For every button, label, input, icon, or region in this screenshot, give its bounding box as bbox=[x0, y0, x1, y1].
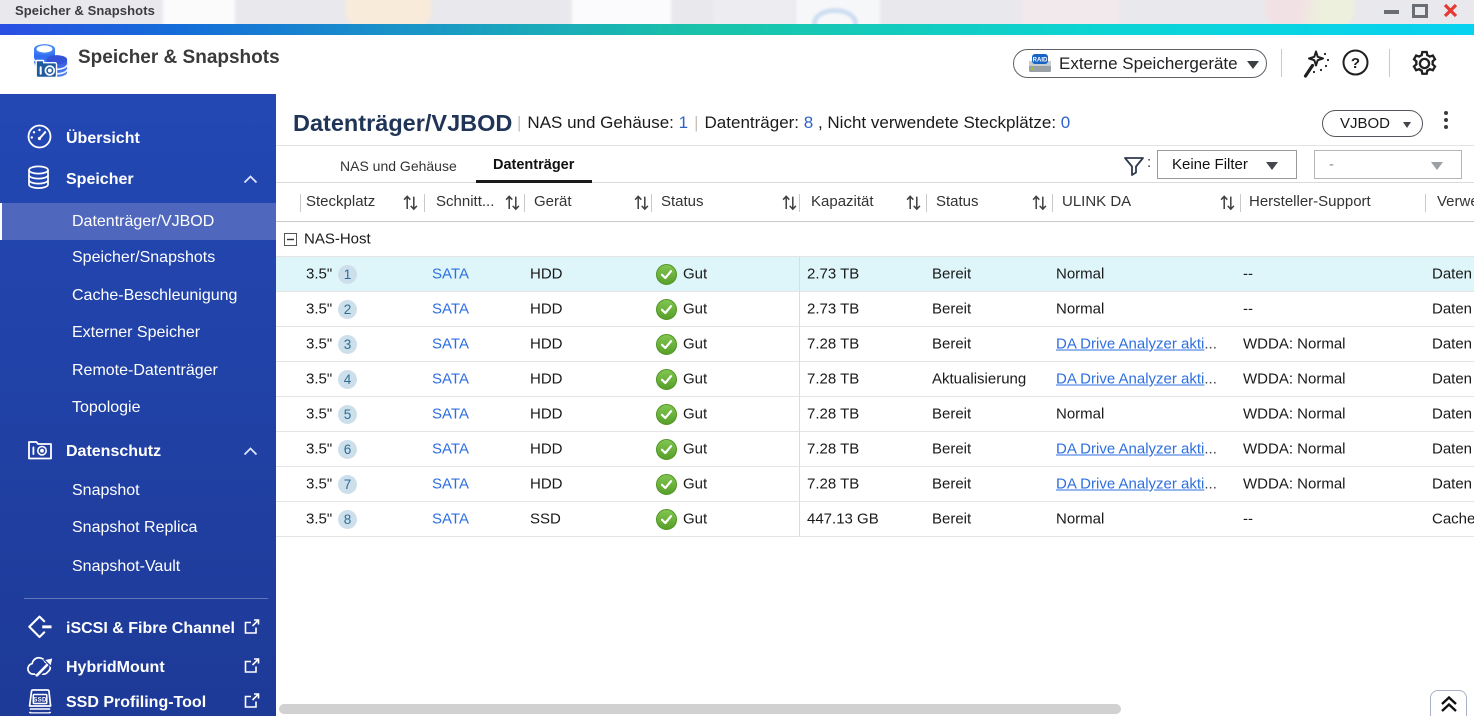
svg-text:SSD: SSD bbox=[33, 696, 47, 703]
svg-text:RAID: RAID bbox=[1033, 58, 1048, 64]
svg-text:?: ? bbox=[1351, 55, 1360, 72]
